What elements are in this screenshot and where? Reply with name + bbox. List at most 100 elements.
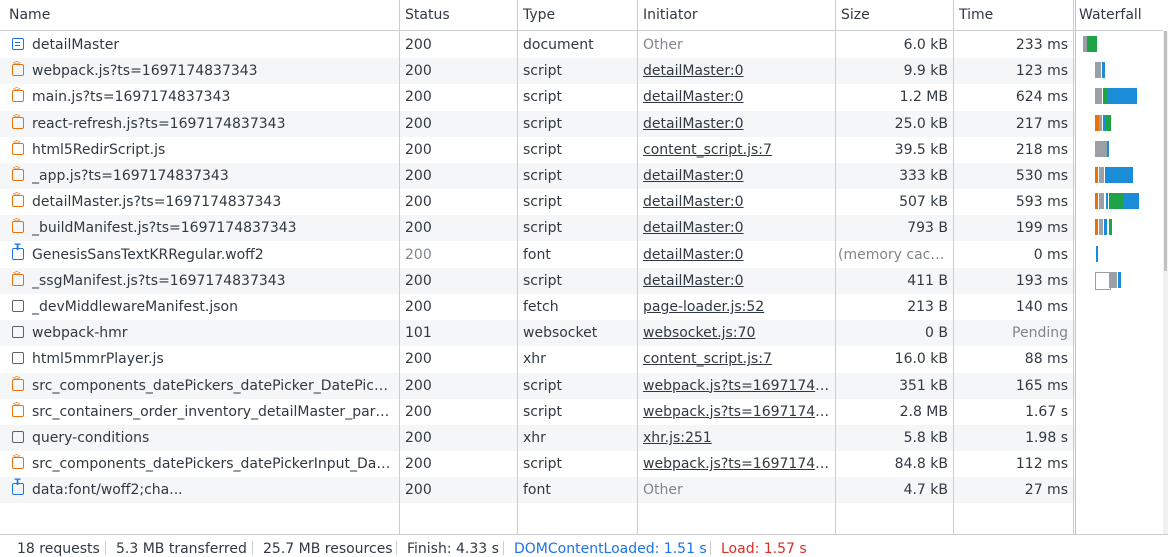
column-header-initiator[interactable]: Initiator	[643, 0, 698, 30]
request-initiator[interactable]: detailMaster:0	[643, 111, 831, 137]
request-name[interactable]: _ssgManifest.js?ts=1697174837343	[32, 268, 394, 294]
waterfall-start-line	[1075, 0, 1076, 534]
table-row[interactable]: main.js?ts=1697174837343 200 script detailM…	[0, 84, 1075, 110]
column-header-type[interactable]: Type	[523, 0, 555, 30]
request-name[interactable]: src_components_datePickers_datePickerInp…	[32, 451, 394, 477]
request-time: 217 ms	[1015, 115, 1068, 132]
request-initiator[interactable]: webpack.js?ts=169717483...	[643, 373, 831, 399]
waterfall-bar[interactable]	[1095, 88, 1102, 105]
request-size: 6.0 kB	[903, 37, 948, 53]
request-initiator[interactable]: detailMaster:0	[643, 268, 831, 294]
request-initiator[interactable]: detailMaster:0	[643, 189, 831, 215]
waterfall-bar[interactable]	[1107, 140, 1109, 157]
table-row[interactable]: _app.js?ts=1697174837343 200 script detailM…	[0, 163, 1075, 189]
waterfall-bar[interactable]	[1106, 114, 1111, 131]
waterfall-bar[interactable]	[1118, 271, 1121, 288]
column-divider[interactable]	[1073, 0, 1074, 534]
waterfall-bar[interactable]	[1104, 219, 1107, 236]
table-row[interactable]: query-conditions 200 xhr xhr.js:251 5.8 kB 1.…	[0, 425, 1075, 451]
table-row[interactable]: _buildManifest.js?ts=1697174837343 200 scr…	[0, 215, 1075, 242]
request-name[interactable]: src_containers_order_inventory_detailMas…	[32, 399, 394, 425]
request-initiator[interactable]: detailMaster:0	[643, 163, 831, 189]
request-name[interactable]: GenesisSansTextKRRegular.woff2	[32, 242, 394, 268]
table-row[interactable]: data:font/woff2;cha... 200 font Other 4.7 kB…	[0, 477, 1075, 504]
waterfall-bar[interactable]	[1109, 271, 1117, 288]
table-row[interactable]: html5mmrPlayer.js 200 xhr content_script.js…	[0, 346, 1075, 372]
waterfall-bar[interactable]	[1109, 219, 1112, 236]
scrollbar-thumb[interactable]	[1164, 31, 1167, 271]
table-row[interactable]: src_components_datePickers_datePickerInp…	[0, 451, 1075, 477]
request-name[interactable]: data:font/woff2;cha...	[32, 477, 394, 503]
table-row[interactable]: src_containers_order_inventory_detailMas…	[0, 399, 1075, 425]
request-name[interactable]: html5mmrPlayer.js	[32, 346, 394, 372]
request-name[interactable]: _app.js?ts=1697174837343	[32, 163, 394, 189]
request-initiator[interactable]: detailMaster:0	[643, 215, 831, 241]
column-divider[interactable]	[835, 0, 836, 534]
waterfall-bar[interactable]	[1096, 245, 1098, 262]
request-name[interactable]: query-conditions	[32, 425, 394, 451]
waterfall-bar[interactable]	[1106, 193, 1108, 210]
request-name[interactable]: detailMaster.js?ts=1697174837343	[32, 189, 394, 215]
waterfall-bar[interactable]	[1095, 167, 1098, 183]
waterfall-bar[interactable]	[1099, 114, 1102, 131]
column-header-waterfall[interactable]: Waterfall	[1079, 0, 1142, 30]
request-type: script	[523, 377, 563, 394]
request-initiator[interactable]: content_script.js:7	[643, 346, 831, 372]
table-row[interactable]: react-refresh.js?ts=1697174837343 200 scri…	[0, 110, 1075, 137]
table-row[interactable]: src_components_datePickers_datePicker_Da…	[0, 372, 1075, 399]
waterfall-bar[interactable]	[1095, 140, 1107, 157]
column-header-size[interactable]: Size	[841, 0, 870, 30]
request-name[interactable]: webpack-hmr	[32, 320, 394, 346]
waterfall-bar[interactable]	[1095, 62, 1101, 79]
request-time: 218 ms	[1015, 141, 1068, 158]
request-initiator[interactable]: webpack.js?ts=169717483...	[643, 399, 831, 425]
request-initiator[interactable]: webpack.js?ts=169717483...	[643, 451, 831, 477]
waterfall-bar[interactable]	[1123, 193, 1139, 210]
request-name[interactable]: react-refresh.js?ts=1697174837343	[32, 111, 394, 137]
column-divider[interactable]	[953, 0, 954, 534]
waterfall-bar[interactable]	[1099, 193, 1104, 210]
column-header-status[interactable]: Status	[405, 0, 450, 30]
network-panel: Name Status Type Initiator Size Time Wat…	[0, 0, 1168, 557]
request-name[interactable]: src_components_datePickers_datePicker_Da…	[32, 373, 394, 399]
table-row[interactable]: webpack.js?ts=1697174837343 200 script deta…	[0, 58, 1075, 85]
waterfall-bar[interactable]	[1087, 36, 1097, 52]
request-name[interactable]: _devMiddlewareManifest.json	[32, 294, 394, 320]
waterfall-bar[interactable]	[1099, 167, 1104, 183]
request-initiator[interactable]: xhr.js:251	[643, 425, 831, 451]
request-initiator[interactable]: detailMaster:0	[643, 58, 831, 84]
request-initiator[interactable]: content_script.js:7	[643, 137, 831, 163]
table-row[interactable]: detailMaster 200 document Other 6.0 kB 233 ms	[0, 32, 1075, 58]
request-name[interactable]: html5RedirScript.js	[32, 137, 394, 163]
request-status: 200	[405, 168, 432, 184]
column-header-time[interactable]: Time	[959, 0, 993, 30]
waterfall-bar[interactable]	[1108, 167, 1133, 183]
column-divider[interactable]	[517, 0, 518, 534]
column-divider[interactable]	[637, 0, 638, 534]
request-initiator[interactable]: page-loader.js:52	[643, 294, 831, 320]
request-initiator[interactable]: websocket.js:70	[643, 320, 831, 346]
column-header-name[interactable]: Name	[9, 0, 50, 30]
request-name[interactable]: _buildManifest.js?ts=1697174837343	[32, 215, 394, 241]
request-name[interactable]: detailMaster	[32, 32, 394, 58]
waterfall-bar[interactable]	[1095, 219, 1098, 236]
table-row[interactable]: GenesisSansTextKRRegular.woff2 200 font det…	[0, 242, 1075, 268]
waterfall-bar[interactable]	[1102, 62, 1105, 79]
waterfall-bar[interactable]	[1107, 88, 1137, 105]
request-name[interactable]: webpack.js?ts=1697174837343	[32, 58, 394, 84]
waterfall-bar[interactable]	[1095, 193, 1098, 210]
request-initiator[interactable]: detailMaster:0	[643, 84, 831, 110]
table-row[interactable]: html5RedirScript.js 200 script content_scri…	[0, 137, 1075, 163]
table-row[interactable]: _devMiddlewareManifest.json 200 fetch page-…	[0, 294, 1075, 320]
waterfall-bar[interactable]	[1099, 219, 1103, 236]
request-size: 25.0 kB	[894, 115, 948, 132]
waterfall-bar[interactable]	[1109, 193, 1123, 210]
request-size: 0 B	[925, 325, 948, 342]
table-row[interactable]: detailMaster.js?ts=1697174837343 200 scrip…	[0, 189, 1075, 215]
request-initiator[interactable]: detailMaster:0	[643, 242, 831, 268]
table-row[interactable]: webpack-hmr 101 websocket websocket.js:70 0 …	[0, 320, 1075, 347]
request-name[interactable]: main.js?ts=1697174837343	[32, 84, 394, 110]
table-row[interactable]: _ssgManifest.js?ts=1697174837343 200 scrip…	[0, 267, 1075, 294]
column-divider[interactable]	[399, 0, 400, 534]
script-icon	[12, 374, 24, 391]
